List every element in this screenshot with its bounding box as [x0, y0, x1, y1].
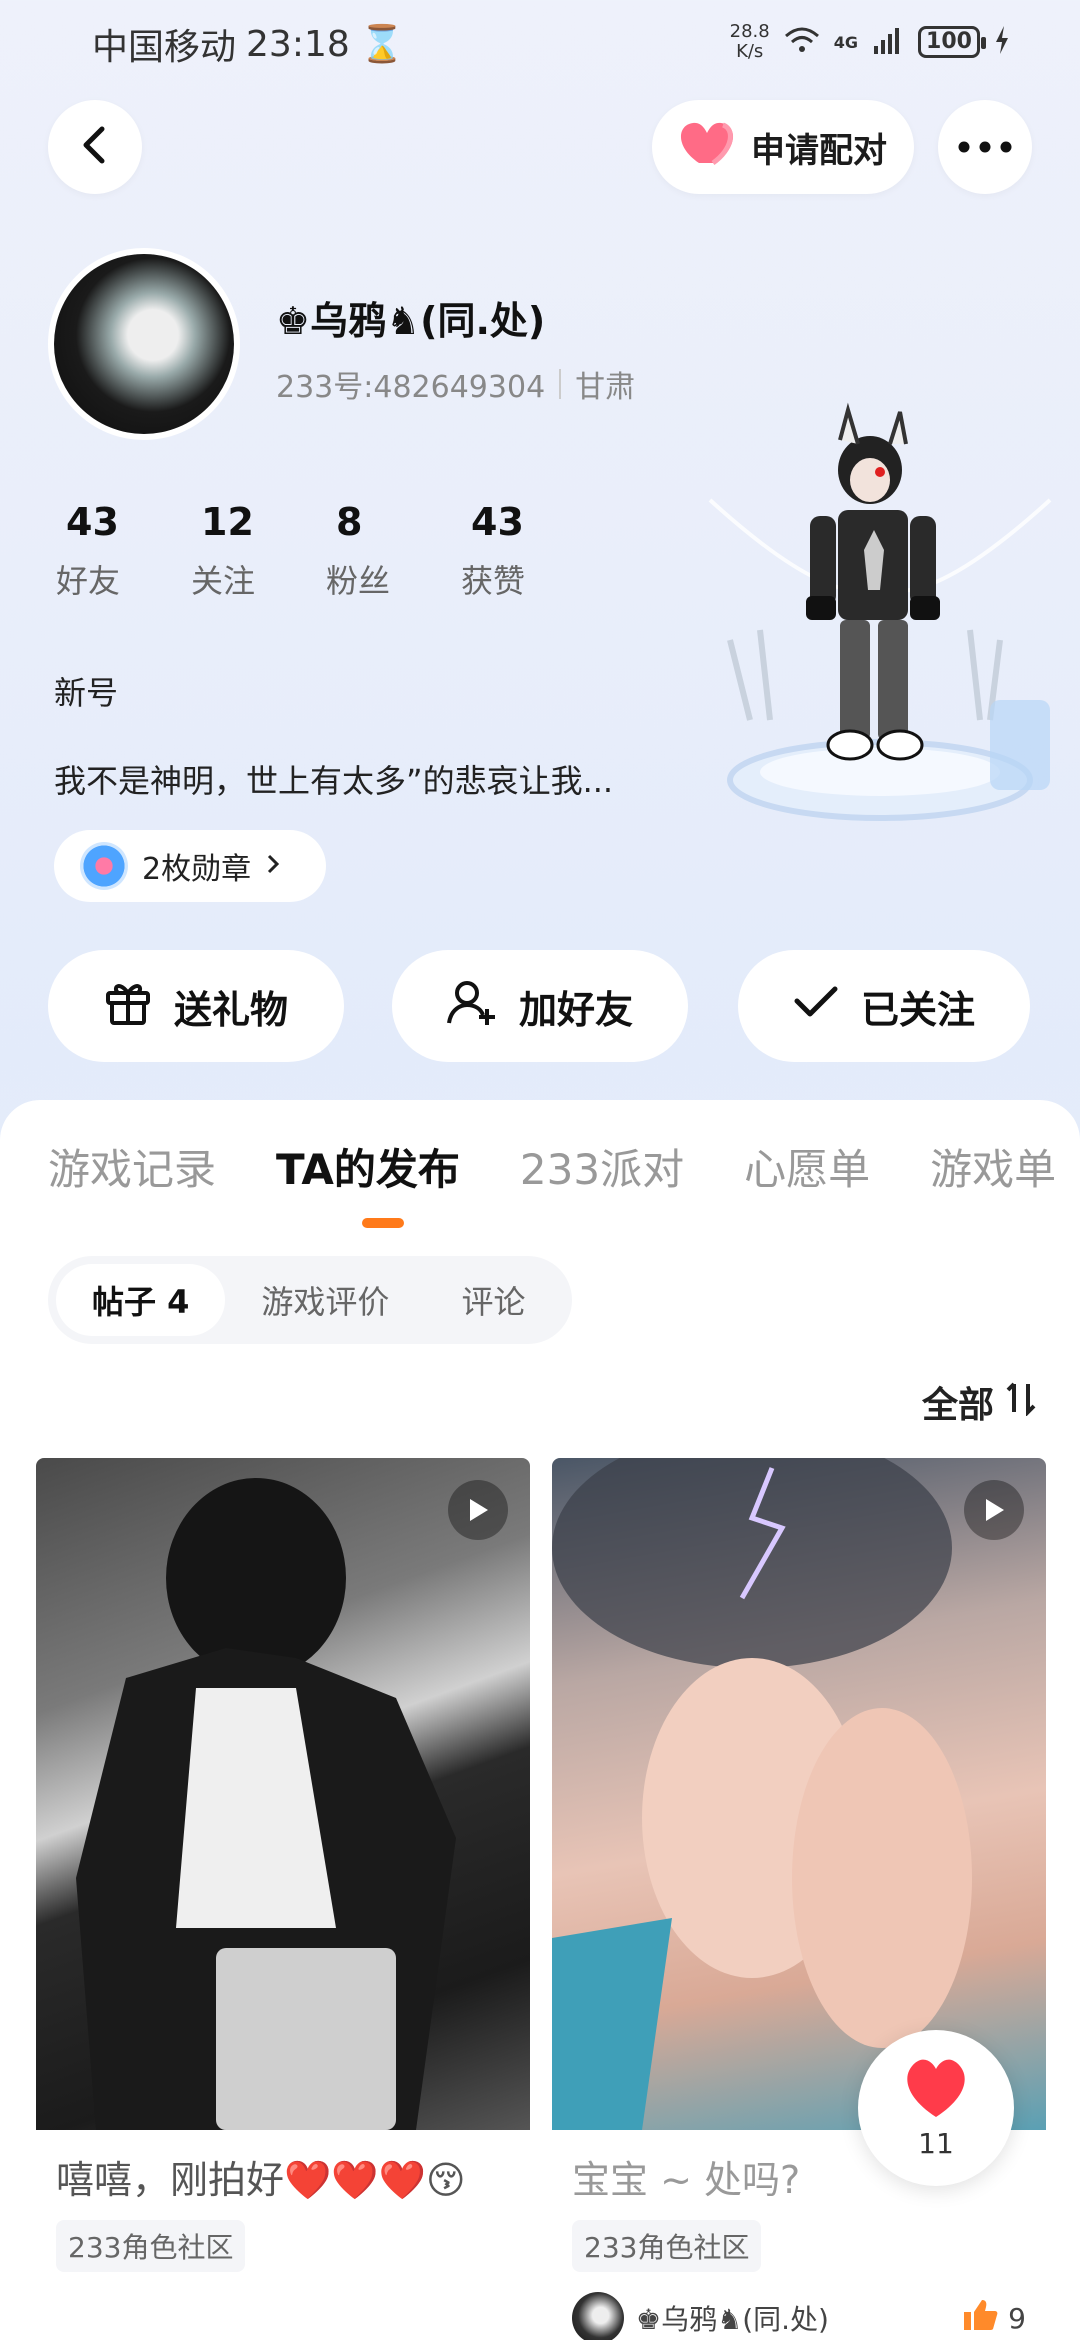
stat-likes[interactable]: 43 获赞	[453, 500, 588, 602]
gift-icon	[104, 979, 152, 1034]
add-friend-label: 加好友	[518, 987, 633, 1032]
subtab-posts[interactable]: 帖子 4	[56, 1264, 226, 1336]
heart-icon	[679, 119, 737, 176]
post-subtabs: 帖子 4 游戏评价 评论	[48, 1256, 572, 1344]
wifi-icon	[784, 26, 820, 58]
add-user-icon	[447, 979, 497, 1034]
tab-posts[interactable]: TA的发布	[276, 1136, 460, 1197]
subtab-game-reviews[interactable]: 游戏评价	[225, 1264, 425, 1336]
match-request-label: 申请配对	[751, 130, 887, 171]
post-card[interactable]: 宝宝 ~ 处吗? 233角色社区 ♚乌鸦♞(同.处) 9	[552, 1458, 1046, 2340]
username: ♚乌鸦♞(同.处)	[276, 299, 546, 343]
author-avatar[interactable]	[572, 2292, 624, 2340]
post-thumbnail[interactable]	[36, 1458, 530, 2130]
tab-233-party[interactable]: 233派对	[520, 1136, 684, 1197]
tab-game-records[interactable]: 游戏记录	[48, 1136, 216, 1197]
following-button[interactable]: 已关注	[738, 950, 1030, 1062]
send-gift-button[interactable]: 送礼物	[48, 950, 344, 1062]
post-community-tag[interactable]: 233角色社区	[572, 2220, 762, 2272]
user-id: 233号:482649304	[276, 370, 546, 405]
stat-label: 粉丝	[326, 562, 391, 600]
battery-indicator: 100	[918, 26, 986, 58]
stats-row: 43 好友 12 关注 8 粉丝 43 获赞	[48, 500, 588, 602]
author-name[interactable]: ♚乌鸦♞(同.处)	[636, 2298, 829, 2338]
play-icon[interactable]	[448, 1480, 508, 1540]
check-icon	[793, 984, 839, 1028]
add-friend-button[interactable]: 加好友	[392, 950, 688, 1062]
medal-button[interactable]: 2枚勋章	[54, 830, 326, 902]
stat-number: 43	[66, 500, 119, 544]
profile-tabs: 游戏记录 TA的发布 233派对 心愿单 游戏单	[48, 1136, 1056, 1197]
back-arrow-icon	[78, 125, 112, 169]
send-gift-label: 送礼物	[173, 987, 288, 1032]
thumbs-up-icon[interactable]	[962, 2298, 998, 2339]
post-card[interactable]: 嘻嘻，刚拍好❤️❤️❤️😚 233角色社区	[36, 1458, 530, 2340]
profile-tagline: 新号	[54, 674, 119, 712]
charging-icon	[994, 26, 1010, 58]
avatar[interactable]	[48, 248, 240, 440]
chevron-right-icon	[265, 849, 281, 884]
carrier: 中国移动	[92, 27, 237, 68]
divider	[559, 369, 562, 399]
like-fab-count: 11	[918, 2126, 954, 2160]
sort-label: 全部	[921, 1385, 994, 1426]
stat-number: 8	[336, 500, 363, 544]
back-button[interactable]	[48, 100, 142, 194]
stat-label: 关注	[191, 562, 256, 600]
stat-number: 43	[471, 500, 524, 544]
stat-label: 获赞	[461, 562, 526, 600]
clock: 23:18	[246, 23, 350, 65]
speed-unit: K/s	[736, 41, 764, 62]
stat-friends[interactable]: 43 好友	[48, 500, 183, 602]
post-title: 嘻嘻，刚拍好❤️❤️❤️😚	[56, 2158, 466, 2202]
status-bar: 中国移动 23:18 ⌛ 28.8 K/s 4G 100	[0, 0, 1080, 84]
profile-bio[interactable]: 我不是神明，世上有太多”的悲哀让我...	[54, 756, 694, 802]
stat-number: 12	[201, 500, 254, 544]
subtab-comments[interactable]: 评论	[425, 1264, 561, 1336]
tab-wishlist[interactable]: 心愿单	[744, 1136, 870, 1197]
medal-label: 2枚勋章	[142, 852, 252, 887]
more-button[interactable]	[938, 100, 1032, 194]
post-community-tag[interactable]: 233角色社区	[56, 2220, 246, 2272]
signal-icon	[872, 26, 904, 58]
speed-value: 28.8	[729, 21, 770, 42]
post-author-row: ♚乌鸦♞(同.处) 9	[552, 2292, 1046, 2340]
stat-fans[interactable]: 8 粉丝	[318, 500, 453, 602]
heart-icon	[901, 2057, 971, 2123]
play-icon[interactable]	[964, 1480, 1024, 1540]
sort-button[interactable]: 全部	[922, 1376, 1040, 1428]
post-thumbnail[interactable]	[552, 1458, 1046, 2130]
stat-following[interactable]: 12 关注	[183, 500, 318, 602]
network-type: 4G	[833, 32, 858, 52]
medal-icon	[80, 842, 128, 890]
network-speed: 28.8 K/s	[730, 22, 770, 62]
like-fab-button[interactable]: 11	[858, 2030, 1014, 2186]
match-request-button[interactable]: 申请配对	[652, 100, 914, 194]
user-id-row: 233号:482649304 甘肃	[276, 362, 635, 406]
more-dots-icon	[958, 138, 1012, 157]
user-region: 甘肃	[575, 370, 636, 405]
tab-indicator	[362, 1218, 404, 1228]
following-label: 已关注	[860, 987, 975, 1032]
character-figure[interactable]	[700, 400, 1060, 860]
sort-icon	[1004, 1380, 1040, 1425]
tab-game-lists[interactable]: 游戏单	[930, 1136, 1056, 1197]
like-count: 9	[1008, 2301, 1026, 2335]
hourglass-icon: ⌛	[359, 24, 405, 65]
stat-label: 好友	[56, 562, 121, 600]
